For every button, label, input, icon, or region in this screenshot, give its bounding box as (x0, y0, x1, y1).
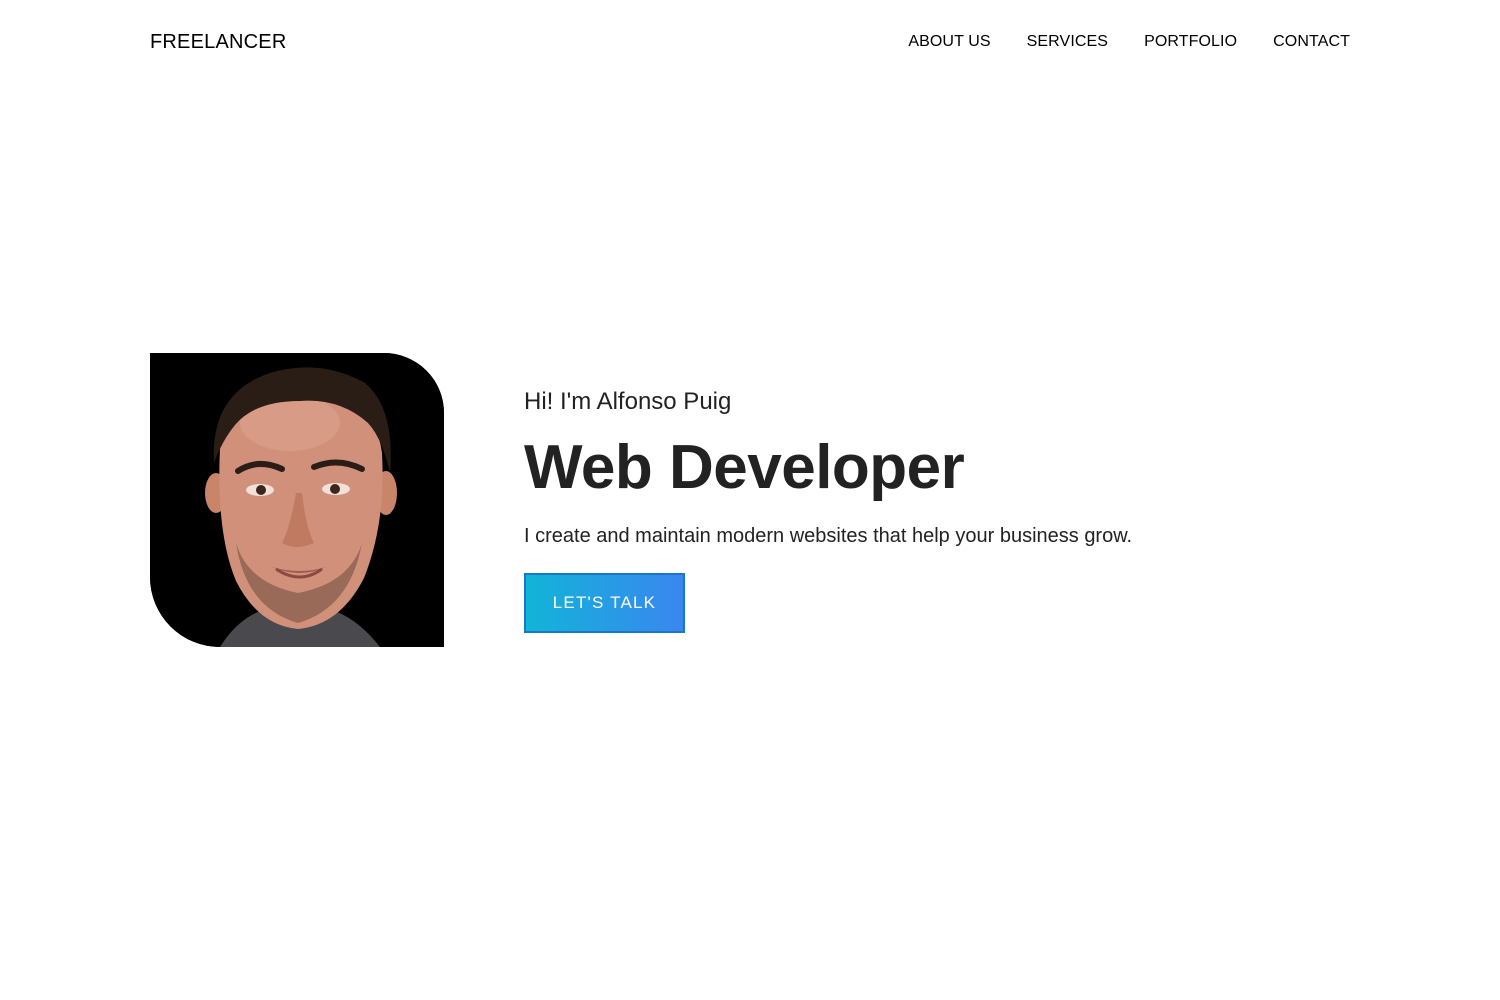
landing-page: FREELANCER ABOUT US SERVICES PORTFOLIO C… (0, 0, 1500, 1000)
hero-intro: Hi! I'm Alfonso Puig Web Developer I cre… (524, 353, 1132, 633)
portrait-illustration (150, 353, 444, 647)
hero-section: Hi! I'm Alfonso Puig Web Developer I cre… (150, 353, 1132, 647)
lets-talk-button[interactable]: LET'S TALK (524, 573, 685, 633)
profile-photo (150, 353, 444, 647)
nav-item-portfolio[interactable]: PORTFOLIO (1144, 33, 1237, 51)
site-header: FREELANCER ABOUT US SERVICES PORTFOLIO C… (150, 0, 1350, 84)
main-nav: ABOUT US SERVICES PORTFOLIO CONTACT (908, 33, 1350, 51)
hero-greeting: Hi! I'm Alfonso Puig (524, 388, 732, 415)
nav-item-about-us[interactable]: ABOUT US (908, 33, 990, 51)
hero-title: Web Developer (524, 433, 965, 502)
site-logo[interactable]: FREELANCER (150, 31, 286, 54)
hero-tagline: I create and maintain modern websites th… (524, 525, 1133, 547)
nav-item-services[interactable]: SERVICES (1027, 33, 1108, 51)
nav-item-contact[interactable]: CONTACT (1273, 33, 1350, 51)
